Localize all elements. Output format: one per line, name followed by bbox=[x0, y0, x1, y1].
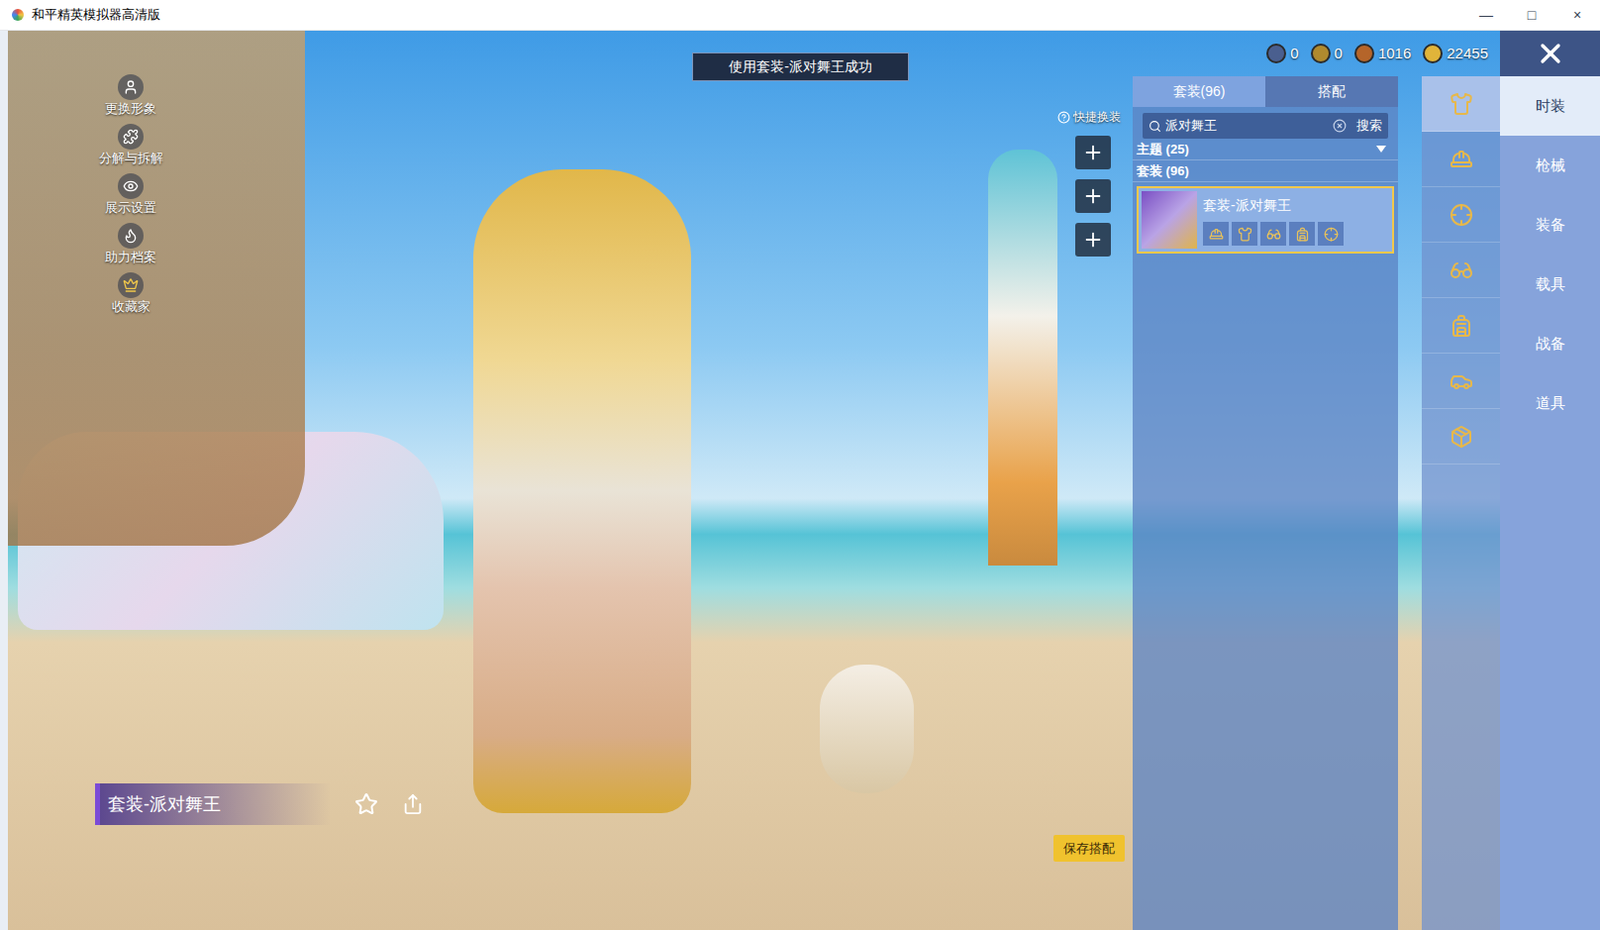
panel-tab[interactable]: 套装(96) bbox=[1132, 76, 1266, 107]
section-header[interactable]: 主题 (25) bbox=[1132, 138, 1399, 161]
currency-bar: 00 1016 22455 bbox=[1132, 30, 1500, 77]
item-icon bbox=[1449, 424, 1474, 449]
item-icon bbox=[1449, 258, 1474, 283]
outfit-part-icon bbox=[1289, 221, 1315, 246]
icon-tab[interactable] bbox=[1421, 408, 1500, 465]
coin-icon bbox=[1310, 43, 1331, 64]
help-icon[interactable] bbox=[1057, 110, 1071, 124]
quick-slot-button[interactable] bbox=[1075, 135, 1111, 170]
pet bbox=[819, 664, 914, 794]
close-icon[interactable] bbox=[1534, 37, 1567, 70]
outfit-label: 套装-派对舞王 bbox=[95, 783, 424, 825]
right-region: 00101622455套装(96)搭配派对舞王搜索主题 (25)套装 (96)套… bbox=[1132, 30, 1600, 930]
currency: 1016 bbox=[1354, 42, 1411, 66]
left-menu-item[interactable]: 助力档案 bbox=[89, 222, 173, 267]
search-field[interactable]: 派对舞王搜索 bbox=[1142, 112, 1389, 139]
icon-column bbox=[1421, 76, 1500, 930]
outfit-panel: 套装(96)搭配派对舞王搜索主题 (25)套装 (96) 套装-派对舞王 bbox=[1132, 76, 1399, 930]
section-header[interactable]: 套装 (96) bbox=[1132, 160, 1399, 183]
currency: 0 bbox=[1266, 42, 1299, 66]
game-view: 更换形象分解与拆解展示设置助力档案收藏家使用套装-派对舞王成功快捷换装套装-派对… bbox=[0, 30, 1600, 930]
outfit-card[interactable]: 套装-派对舞王 bbox=[1136, 186, 1395, 254]
item-icon bbox=[1449, 202, 1474, 227]
dropdown-arrow-icon bbox=[1376, 145, 1387, 154]
coin-icon bbox=[1422, 43, 1443, 64]
stage: 更换形象分解与拆解展示设置助力档案收藏家 使用套装-派对舞王成功快捷换装套装-派对… bbox=[7, 30, 1133, 930]
icon-tab[interactable] bbox=[1421, 76, 1500, 132]
coin-icon bbox=[1266, 43, 1287, 64]
search-icon bbox=[1148, 119, 1162, 133]
category-tab[interactable]: 时装 bbox=[1500, 76, 1600, 136]
save-button[interactable]: 保存搭配 bbox=[1053, 834, 1125, 862]
quick-change: 快捷换装 bbox=[1057, 107, 1121, 257]
icon-tab[interactable] bbox=[1421, 131, 1500, 188]
quick-slot-button[interactable] bbox=[1075, 222, 1111, 257]
window-control-button[interactable]: × bbox=[1554, 0, 1600, 30]
window-title: 和平精英模拟器高清版 bbox=[31, 4, 1464, 25]
toast: 使用套装-派对舞王成功 bbox=[692, 52, 909, 82]
currency: 0 bbox=[1310, 42, 1343, 66]
outfit-part-icon bbox=[1317, 221, 1344, 246]
left-menu: 更换形象分解与拆解展示设置助力档案收藏家 bbox=[89, 74, 173, 316]
menu-item-icon bbox=[117, 173, 144, 200]
item-icon bbox=[1449, 313, 1474, 338]
outfit-thumbnail bbox=[1141, 191, 1198, 249]
app-window: 和平精英模拟器高清版—□× 更换形象分解与拆解展示设置助力档案收藏家 使用套装-派对… bbox=[0, 0, 1600, 930]
item-icon bbox=[1449, 147, 1474, 172]
item-icon bbox=[1449, 92, 1474, 116]
category-column: 时装枪械装备载具战备道具 bbox=[1500, 76, 1600, 930]
favorite-star-icon[interactable] bbox=[354, 792, 379, 816]
share-icon[interactable] bbox=[401, 793, 424, 815]
item-icon bbox=[1449, 369, 1474, 394]
category-tab[interactable]: 枪械 bbox=[1500, 135, 1600, 196]
icon-tab[interactable] bbox=[1421, 242, 1500, 299]
outfit-part-icon bbox=[1202, 221, 1229, 246]
title-bar: 和平精英模拟器高清版—□× bbox=[0, 0, 1600, 31]
top-bar: 00 1016 22455 bbox=[1132, 30, 1600, 77]
outfit-part-icon bbox=[1231, 221, 1258, 246]
icon-tab[interactable] bbox=[1421, 187, 1500, 243]
app-logo-icon bbox=[11, 8, 24, 21]
left-menu-item[interactable]: 收藏家 bbox=[89, 272, 173, 316]
category-tab[interactable]: 载具 bbox=[1500, 254, 1600, 314]
character bbox=[473, 169, 692, 813]
outfit-part-icon bbox=[1260, 221, 1287, 246]
icon-tab[interactable] bbox=[1421, 298, 1500, 354]
window-control-button[interactable]: — bbox=[1463, 0, 1509, 30]
currency: 22455 bbox=[1422, 42, 1489, 66]
menu-item-icon bbox=[117, 74, 144, 100]
lighthouse bbox=[988, 149, 1058, 566]
search-button[interactable]: 搜索 bbox=[1350, 115, 1389, 136]
icon-tab[interactable] bbox=[1421, 353, 1500, 409]
quick-slot-button[interactable] bbox=[1075, 179, 1111, 213]
left-menu-item[interactable]: 更换形象 bbox=[89, 74, 173, 118]
left-menu-item[interactable]: 展示设置 bbox=[89, 173, 173, 217]
category-tab[interactable]: 道具 bbox=[1500, 373, 1600, 433]
menu-item-icon bbox=[117, 123, 144, 150]
coin-icon bbox=[1354, 43, 1375, 64]
ship bbox=[7, 30, 305, 546]
category-tab[interactable]: 装备 bbox=[1500, 195, 1600, 255]
left-menu-item[interactable]: 分解与拆解 bbox=[89, 123, 173, 168]
window-control-button[interactable]: □ bbox=[1508, 0, 1555, 30]
category-tab[interactable]: 战备 bbox=[1500, 313, 1600, 374]
panel-tabs: 套装(96)搭配 bbox=[1132, 76, 1399, 107]
clear-icon[interactable] bbox=[1332, 118, 1347, 133]
menu-item-icon bbox=[117, 272, 144, 299]
panel-tab[interactable]: 搭配 bbox=[1265, 76, 1399, 107]
menu-item-icon bbox=[117, 222, 144, 249]
